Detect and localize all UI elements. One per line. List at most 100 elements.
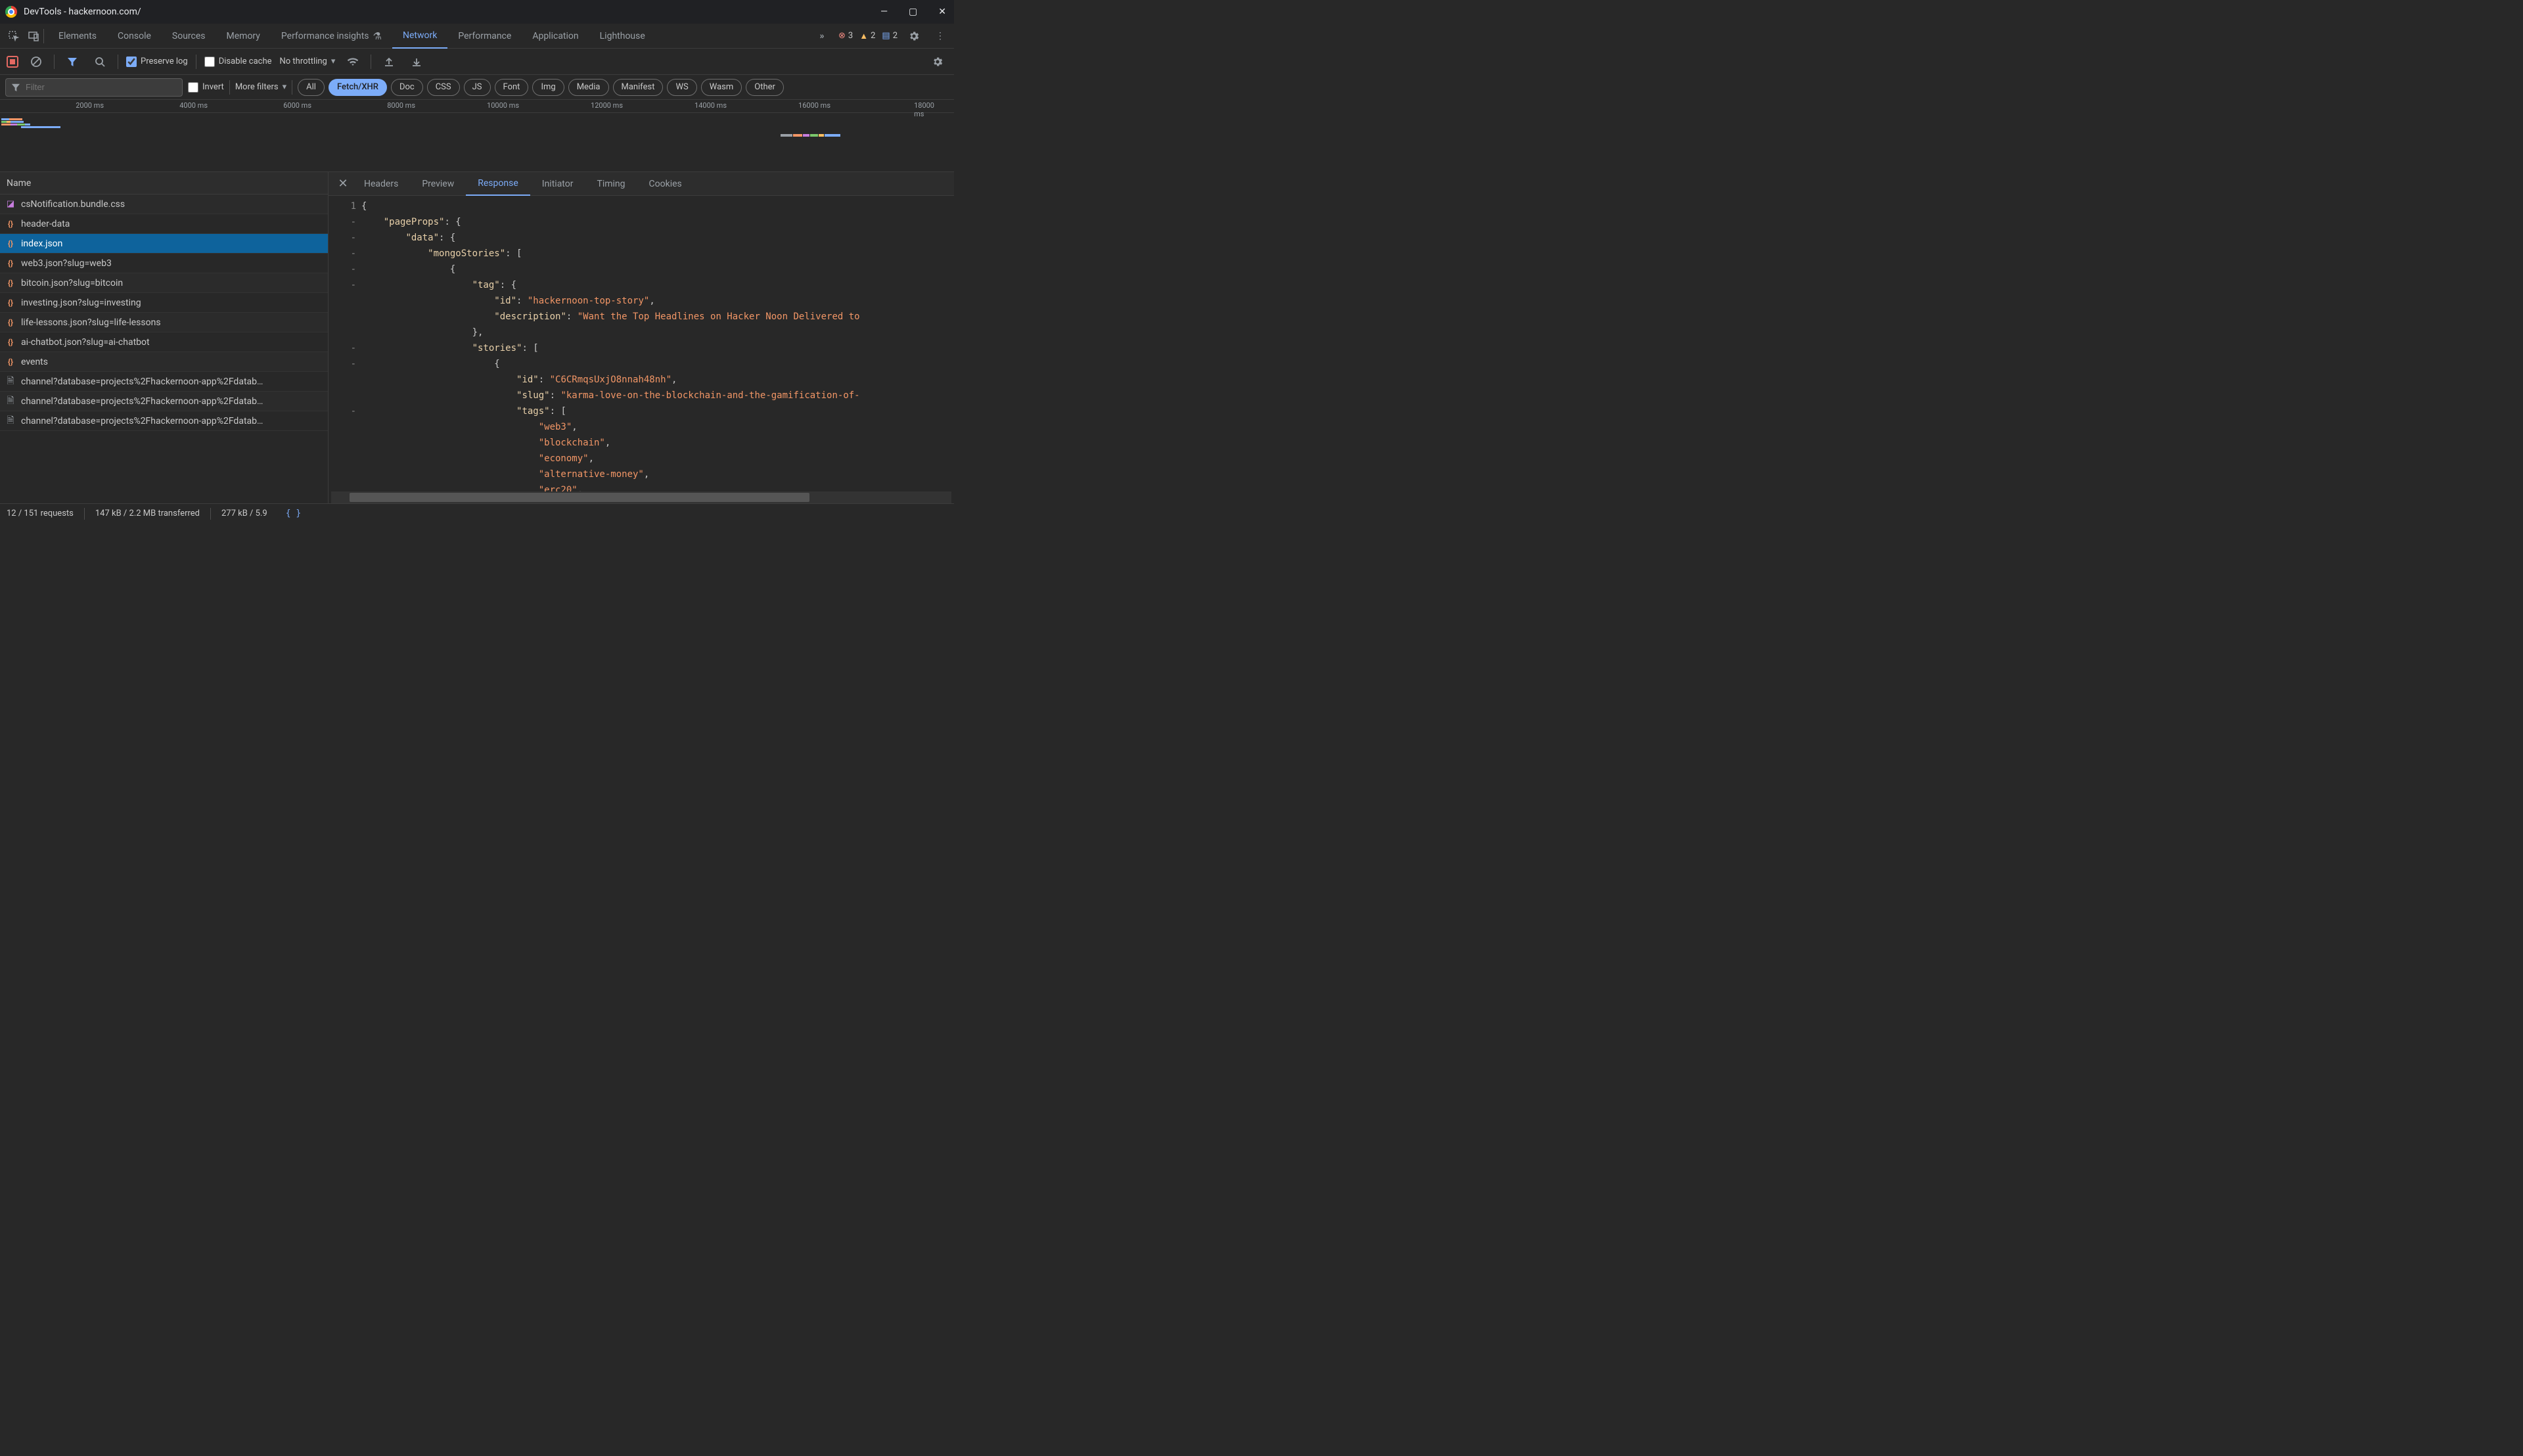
tab-sources[interactable]: Sources <box>162 24 216 49</box>
detail-tab-response[interactable]: Response <box>466 172 530 196</box>
funnel-icon <box>11 83 20 92</box>
request-row[interactable]: 🗎channel?database=projects%2Fhackernoon-… <box>0 411 328 431</box>
tab-performance[interactable]: Performance <box>447 24 522 49</box>
detail-tab-timing[interactable]: Timing <box>585 172 637 196</box>
tab-application[interactable]: Application <box>522 24 589 49</box>
tab-console[interactable]: Console <box>107 24 162 49</box>
timeline-tick: 4000 ms <box>179 101 208 110</box>
close-button[interactable]: ✕ <box>938 7 946 17</box>
json-icon: {} <box>5 239 16 248</box>
record-button[interactable] <box>7 56 18 68</box>
request-name: web3.json?slug=web3 <box>21 258 112 269</box>
filter-chip-js[interactable]: JS <box>464 79 491 96</box>
json-icon: {} <box>5 318 16 327</box>
filter-chip-other[interactable]: Other <box>746 79 784 96</box>
filter-chip-media[interactable]: Media <box>568 79 609 96</box>
request-row[interactable]: {}header-data <box>0 214 328 234</box>
resources-size: 277 kB / 5.9 <box>221 509 267 518</box>
filter-chip-fetch-xhr[interactable]: Fetch/XHR <box>329 79 387 96</box>
filter-bar: Invert More filters▾ AllFetch/XHRDocCSSJ… <box>0 75 954 100</box>
throttling-select[interactable]: No throttling▾ <box>280 57 336 66</box>
filter-chip-manifest[interactable]: Manifest <box>613 79 664 96</box>
detail-tab-cookies[interactable]: Cookies <box>637 172 694 196</box>
filter-chip-img[interactable]: Img <box>532 79 564 96</box>
request-row[interactable]: 🗎channel?database=projects%2Fhackernoon-… <box>0 392 328 411</box>
filter-chip-font[interactable]: Font <box>495 79 529 96</box>
timeline-tick: 8000 ms <box>387 101 415 110</box>
filter-text-input[interactable] <box>26 82 177 92</box>
settings-icon[interactable] <box>904 26 924 46</box>
warning-badge[interactable]: ▲2 <box>859 31 875 41</box>
filter-chip-wasm[interactable]: Wasm <box>701 79 742 96</box>
close-detail-icon[interactable]: ✕ <box>334 177 352 191</box>
minimize-button[interactable]: — <box>880 7 888 17</box>
download-har-icon[interactable] <box>407 52 426 72</box>
detail-tab-initiator[interactable]: Initiator <box>530 172 585 196</box>
inspect-icon[interactable] <box>4 26 24 46</box>
more-tabs-icon[interactable]: » <box>812 26 832 46</box>
timeline-activity <box>1 118 60 138</box>
detail-tab-preview[interactable]: Preview <box>410 172 466 196</box>
window-titlebar: DevTools - hackernoon.com/ — ▢ ✕ <box>0 0 954 24</box>
filter-chip-all[interactable]: All <box>298 79 325 96</box>
network-settings-icon[interactable] <box>928 52 947 72</box>
device-toolbar-icon[interactable] <box>24 26 43 46</box>
filter-chip-doc[interactable]: Doc <box>391 79 423 96</box>
request-row[interactable]: {} life-lessons.json?slug=life-lessons <box>0 313 328 332</box>
request-row[interactable]: {}investing.json?slug=investing <box>0 293 328 313</box>
status-bar: 12 / 151 requests 147 kB / 2.2 MB transf… <box>0 503 954 523</box>
detail-tabs: ✕ HeadersPreviewResponseInitiatorTimingC… <box>329 172 954 196</box>
timeline-tick: 10000 ms <box>487 101 519 110</box>
request-name: channel?database=projects%2Fhackernoon-a… <box>21 376 263 387</box>
request-name: ai-chatbot.json?slug=ai-chatbot <box>21 337 150 348</box>
network-conditions-icon[interactable] <box>343 52 363 72</box>
separator <box>229 80 230 95</box>
tab-network[interactable]: Network <box>392 24 447 49</box>
preserve-log-checkbox[interactable]: Preserve log <box>126 57 188 67</box>
pretty-print-icon[interactable]: { } <box>286 509 301 518</box>
info-badge[interactable]: ▤2 <box>882 31 898 41</box>
response-body[interactable]: 1{- "pageProps": {- "data": {- "mongoSto… <box>329 196 954 491</box>
clear-button[interactable] <box>26 52 46 72</box>
request-row[interactable]: ◪csNotification.bundle.css <box>0 194 328 214</box>
tab-memory[interactable]: Memory <box>216 24 271 49</box>
requests-count: 12 / 151 requests <box>7 509 74 518</box>
search-icon[interactable] <box>90 52 110 72</box>
tab-elements[interactable]: Elements <box>48 24 107 49</box>
request-name: channel?database=projects%2Fhackernoon-a… <box>21 416 263 426</box>
request-name: life-lessons.json?slug=life-lessons <box>21 317 161 328</box>
request-row[interactable]: {}ai-chatbot.json?slug=ai-chatbot <box>0 332 328 352</box>
timeline-tick: 12000 ms <box>591 101 623 110</box>
filter-chip-css[interactable]: CSS <box>427 79 460 96</box>
main-tabs: ElementsConsoleSourcesMemoryPerformance … <box>0 24 954 49</box>
upload-har-icon[interactable] <box>379 52 399 72</box>
timeline-tick: 16000 ms <box>798 101 830 110</box>
json-icon: {} <box>5 219 16 229</box>
request-row[interactable]: 🗎 channel?database=projects%2Fhackernoon-… <box>0 372 328 392</box>
kebab-menu-icon[interactable]: ⋮ <box>930 26 950 46</box>
disable-cache-checkbox[interactable]: Disable cache <box>204 57 272 67</box>
tab-performance-insights[interactable]: Performance insights⚗ <box>271 24 392 49</box>
horizontal-scrollbar[interactable] <box>331 491 951 503</box>
chrome-logo-icon <box>5 6 17 18</box>
network-timeline[interactable]: 2000 ms4000 ms6000 ms8000 ms10000 ms1200… <box>0 100 954 172</box>
detail-tab-headers[interactable]: Headers <box>352 172 410 196</box>
maximize-button[interactable]: ▢ <box>909 7 917 17</box>
timeline-tick: 2000 ms <box>76 101 104 110</box>
request-row[interactable]: {}events <box>0 352 328 372</box>
window-title: DevTools - hackernoon.com/ <box>24 7 141 17</box>
filter-chip-ws[interactable]: WS <box>667 79 696 96</box>
request-row[interactable]: {}bitcoin.json?slug=bitcoin <box>0 273 328 293</box>
request-name: index.json <box>21 239 62 249</box>
request-row[interactable]: {} index.json <box>0 234 328 254</box>
error-badge[interactable]: ⊗3 <box>838 31 853 41</box>
name-column-header[interactable]: Name <box>0 172 328 194</box>
request-row[interactable]: {}web3.json?slug=web3 <box>0 254 328 273</box>
tab-lighthouse[interactable]: Lighthouse <box>589 24 656 49</box>
filter-input[interactable] <box>5 78 183 97</box>
invert-checkbox[interactable]: Invert <box>188 82 224 93</box>
file-icon: 🗎 <box>5 374 16 390</box>
request-list-panel: Name ◪csNotification.bundle.css{}header-… <box>0 172 329 503</box>
more-filters-dropdown[interactable]: More filters▾ <box>235 82 286 92</box>
filter-toggle-icon[interactable] <box>62 52 82 72</box>
